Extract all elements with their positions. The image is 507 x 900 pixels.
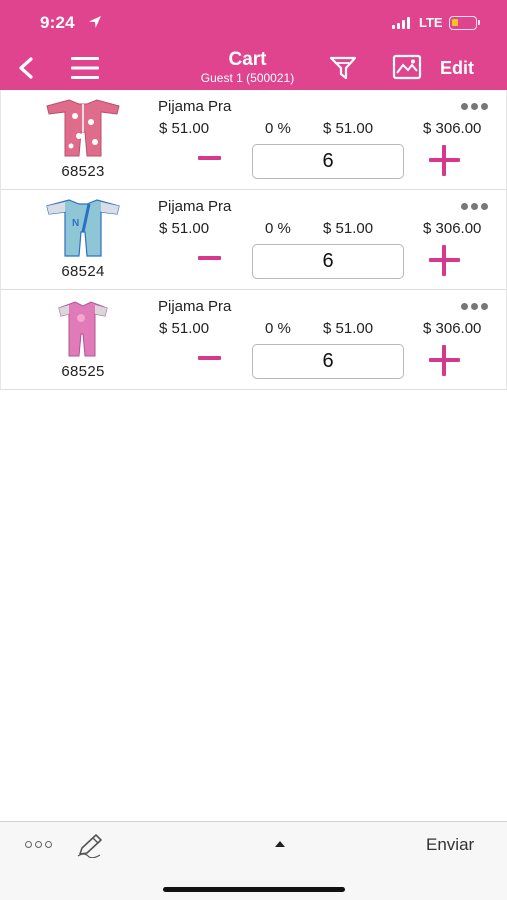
line-total: $ 306.00: [423, 220, 482, 237]
product-image[interactable]: [39, 296, 127, 358]
product-code: 68525: [61, 363, 105, 380]
quantity-field[interactable]: 6: [252, 344, 404, 379]
more-options-icon[interactable]: [461, 103, 491, 111]
product-name: Pijama Pra: [158, 198, 232, 215]
product-image[interactable]: [39, 96, 127, 158]
pen-icon[interactable]: [76, 832, 106, 858]
product-image[interactable]: N: [39, 196, 127, 258]
filter-icon[interactable]: [327, 52, 359, 84]
more-options-icon[interactable]: [461, 203, 491, 211]
page-title-block: Cart Guest 1 (500021): [170, 49, 325, 86]
page-title: Cart: [228, 49, 267, 70]
line-total: $ 306.00: [423, 120, 482, 137]
decrease-qty-button[interactable]: [198, 247, 222, 269]
hamburger-menu-icon[interactable]: [69, 54, 101, 82]
decrease-qty-button[interactable]: [198, 147, 222, 169]
signal-icon: [392, 17, 410, 29]
page-subtitle: Guest 1 (500021): [200, 71, 295, 85]
navigation-bar: Cart Guest 1 (500021) Edit: [0, 46, 507, 90]
product-code: 68524: [61, 263, 105, 280]
status-bar: 9:24 LTE: [0, 0, 507, 46]
net-price: $ 51.00: [323, 320, 374, 337]
network-type: LTE: [419, 15, 443, 30]
cart-item[interactable]: 68523 Pijama Pra $ 51.00 0 % $ 51.00 $ 3…: [0, 90, 507, 190]
back-chevron-icon[interactable]: [12, 53, 40, 83]
quantity-field[interactable]: 6: [252, 144, 404, 179]
location-arrow-icon: [89, 16, 101, 28]
unit-price: $ 51.00: [159, 320, 210, 337]
product-code: 68523: [61, 163, 105, 180]
more-options-icon[interactable]: [461, 303, 491, 311]
cart-list: 68523 Pijama Pra $ 51.00 0 % $ 51.00 $ 3…: [0, 90, 507, 390]
cart-item[interactable]: 68525 Pijama Pra $ 51.00 0 % $ 51.00 $ 3…: [0, 290, 507, 390]
unit-price: $ 51.00: [159, 220, 210, 237]
edit-button[interactable]: Edit: [440, 58, 474, 79]
app-header: 9:24 LTE Cart Guest 1 (500021) Edit: [0, 0, 507, 90]
net-price: $ 51.00: [323, 220, 374, 237]
net-price: $ 51.00: [323, 120, 374, 137]
quantity-field[interactable]: 6: [252, 244, 404, 279]
discount: 0 %: [265, 220, 291, 237]
send-button[interactable]: Enviar: [426, 835, 474, 855]
decrease-qty-button[interactable]: [198, 347, 222, 369]
home-indicator: [163, 887, 345, 892]
increase-qty-button[interactable]: [429, 145, 460, 176]
unit-price: $ 51.00: [159, 120, 210, 137]
line-total: $ 306.00: [423, 320, 482, 337]
discount: 0 %: [265, 320, 291, 337]
product-name: Pijama Pra: [158, 298, 232, 315]
more-options-icon[interactable]: [25, 841, 52, 848]
svg-text:N: N: [72, 218, 79, 229]
increase-qty-button[interactable]: [429, 345, 460, 376]
increase-qty-button[interactable]: [429, 245, 460, 276]
caret-up-icon[interactable]: [275, 841, 285, 847]
battery-icon: [449, 16, 480, 30]
cart-item[interactable]: N 68524 Pijama Pra $ 51.00 0 % $ 51.00 $…: [0, 190, 507, 290]
discount: 0 %: [265, 120, 291, 137]
status-time: 9:24: [40, 13, 75, 32]
image-icon[interactable]: [391, 53, 423, 81]
bottom-toolbar: Enviar: [0, 821, 507, 900]
product-name: Pijama Pra: [158, 98, 232, 115]
